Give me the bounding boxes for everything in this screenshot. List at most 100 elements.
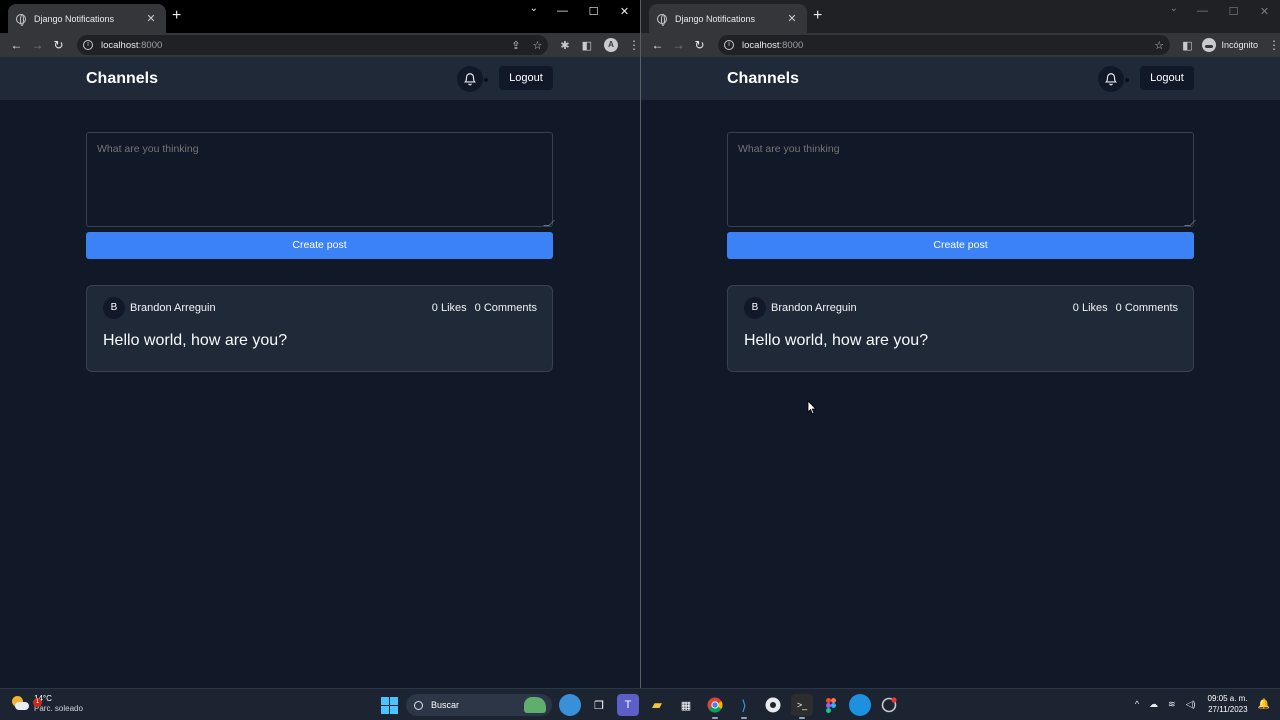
notification-dot	[1125, 78, 1129, 82]
store-icon[interactable]: ▦	[675, 694, 697, 716]
globe-icon	[16, 13, 26, 26]
share-icon[interactable]: ⇪	[511, 39, 520, 52]
likes-count[interactable]: 0 Likes	[1073, 302, 1108, 314]
app-header: Channels Logout	[0, 57, 640, 100]
weather-desc: Parc. soleado	[34, 704, 83, 713]
tab-strip: Django Notifications ✕ + ⌄ — ☐ ✕	[641, 0, 1280, 33]
browser-tab[interactable]: Django Notifications ✕	[649, 4, 807, 33]
notifications-button[interactable]	[457, 66, 483, 92]
back-icon[interactable]: ←	[647, 38, 668, 52]
bookmark-star-icon[interactable]: ☆	[533, 39, 543, 52]
bookmark-star-icon[interactable]: ☆	[1154, 39, 1164, 52]
search-icon	[414, 700, 423, 710]
tab-search-icon[interactable]: ⌄	[1170, 3, 1178, 14]
post-stats: 0 Likes 0 Comments	[1073, 302, 1178, 314]
onedrive-icon[interactable]: ☁	[1149, 699, 1158, 710]
file-explorer-icon[interactable]: ▰	[646, 694, 668, 716]
partly-sunny-icon	[12, 696, 30, 712]
docker-icon[interactable]	[849, 694, 871, 716]
site-info-icon[interactable]: i	[83, 40, 93, 50]
globe-icon	[657, 13, 667, 26]
browser-menu-icon[interactable]: ⋮	[628, 38, 640, 52]
browser-window-left: Django Notifications ✕ + ⌄ — ☐ ✕ ← → ↻ i…	[0, 0, 640, 688]
tab-title: Django Notifications	[675, 13, 756, 24]
chrome-icon[interactable]	[704, 694, 726, 719]
comments-count[interactable]: 0 Comments	[1116, 302, 1178, 314]
forward-icon[interactable]: →	[668, 38, 689, 52]
url-port: :8000	[779, 39, 804, 51]
terminal-icon[interactable]: >_	[791, 694, 813, 719]
address-bar[interactable]: i localhost:8000 ☆	[718, 35, 1171, 55]
logout-button[interactable]: Logout	[1140, 66, 1194, 90]
minimize-icon[interactable]: —	[1187, 5, 1218, 17]
close-window-icon[interactable]: ✕	[1249, 5, 1280, 18]
chevron-up-icon[interactable]: ^	[1135, 699, 1139, 709]
extensions-icon[interactable]: ✱	[560, 39, 569, 52]
new-tab-button[interactable]: +	[172, 8, 181, 24]
forward-icon[interactable]: →	[27, 38, 48, 52]
maximize-icon[interactable]: ☐	[1218, 5, 1249, 18]
search-highlight-icon	[524, 697, 546, 713]
clock-date: 27/11/2023	[1208, 705, 1248, 714]
system-tray: ^ ☁ ≋ ◁) 09:05 a. m. 27/11/2023 🔔	[1125, 693, 1270, 715]
create-post-button[interactable]: Create post	[727, 232, 1194, 259]
weather-widget[interactable]: 1 14°C Parc. soleado	[12, 694, 83, 714]
logout-button[interactable]: Logout	[499, 66, 553, 90]
taskbar: 1 14°C Parc. soleado Buscar ❐ T ▰ ▦ ⟩ >_	[0, 688, 1280, 720]
copilot-icon[interactable]	[559, 694, 581, 716]
teams-icon[interactable]: T	[617, 694, 639, 716]
post-author: Brandon Arreguin	[130, 302, 216, 314]
address-bar[interactable]: i localhost:8000 ⇪ ☆	[77, 35, 549, 55]
incognito-indicator[interactable]: Incógnito	[1202, 38, 1258, 52]
tab-search-icon[interactable]: ⌄	[530, 3, 538, 14]
notifications-button[interactable]	[1098, 66, 1124, 92]
github-desktop-icon[interactable]	[762, 694, 784, 716]
side-panel-icon[interactable]: ◧	[1182, 39, 1192, 52]
taskbar-apps: Buscar ❐ T ▰ ▦ ⟩ >_	[378, 694, 900, 719]
back-icon[interactable]: ←	[6, 38, 27, 52]
desktop: Django Notifications ✕ + ⌄ — ☐ ✕ ← → ↻ i…	[0, 0, 1280, 720]
browser-menu-icon[interactable]: ⋮	[1268, 38, 1280, 52]
notification-dot	[484, 78, 488, 82]
close-tab-icon[interactable]: ✕	[144, 12, 158, 25]
wifi-icon[interactable]: ≋	[1168, 699, 1176, 710]
reload-icon[interactable]: ↻	[48, 38, 69, 52]
likes-count[interactable]: 0 Likes	[432, 302, 467, 314]
profile-avatar[interactable]: A	[604, 38, 618, 52]
browser-tab[interactable]: Django Notifications ✕	[8, 4, 166, 33]
app-brand[interactable]: Channels	[727, 70, 799, 88]
avatar: B	[744, 297, 766, 319]
create-post-button[interactable]: Create post	[86, 232, 553, 259]
windows-start-icon[interactable]	[378, 694, 400, 716]
comments-count[interactable]: 0 Comments	[475, 302, 537, 314]
site-info-icon[interactable]: i	[724, 40, 734, 50]
avatar: B	[103, 297, 125, 319]
new-tab-button[interactable]: +	[813, 8, 822, 24]
volume-icon[interactable]: ◁)	[1186, 699, 1196, 710]
side-panel-icon[interactable]: ◧	[582, 39, 592, 52]
post-input[interactable]	[727, 132, 1194, 227]
window-controls: — ☐ ✕	[1187, 0, 1280, 22]
url-host: localhost	[742, 39, 780, 51]
figma-icon[interactable]	[820, 694, 842, 716]
taskbar-search[interactable]: Buscar	[406, 694, 552, 716]
clock[interactable]: 09:05 a. m. 27/11/2023	[1208, 693, 1248, 715]
search-label: Buscar	[431, 700, 460, 710]
close-window-icon[interactable]: ✕	[609, 5, 640, 18]
maximize-icon[interactable]: ☐	[578, 5, 609, 18]
app-brand[interactable]: Channels	[86, 70, 158, 88]
post-card: B Brandon Arreguin 0 Likes 0 Comments Hel…	[727, 285, 1194, 372]
tab-strip: Django Notifications ✕ + ⌄ — ☐ ✕	[0, 0, 640, 33]
reload-icon[interactable]: ↻	[689, 38, 710, 52]
weather-badge: 1	[33, 698, 42, 707]
vscode-icon[interactable]: ⟩	[733, 694, 755, 719]
close-tab-icon[interactable]: ✕	[785, 12, 799, 25]
minimize-icon[interactable]: —	[547, 5, 578, 17]
task-view-icon[interactable]: ❐	[588, 694, 610, 716]
chrome-canary-icon[interactable]	[878, 694, 900, 716]
incognito-label: Incógnito	[1221, 40, 1258, 50]
post-author: Brandon Arreguin	[771, 302, 857, 314]
notification-center-icon[interactable]: 🔔	[1258, 699, 1270, 710]
post-input[interactable]	[86, 132, 553, 227]
url-host: localhost	[101, 39, 139, 51]
